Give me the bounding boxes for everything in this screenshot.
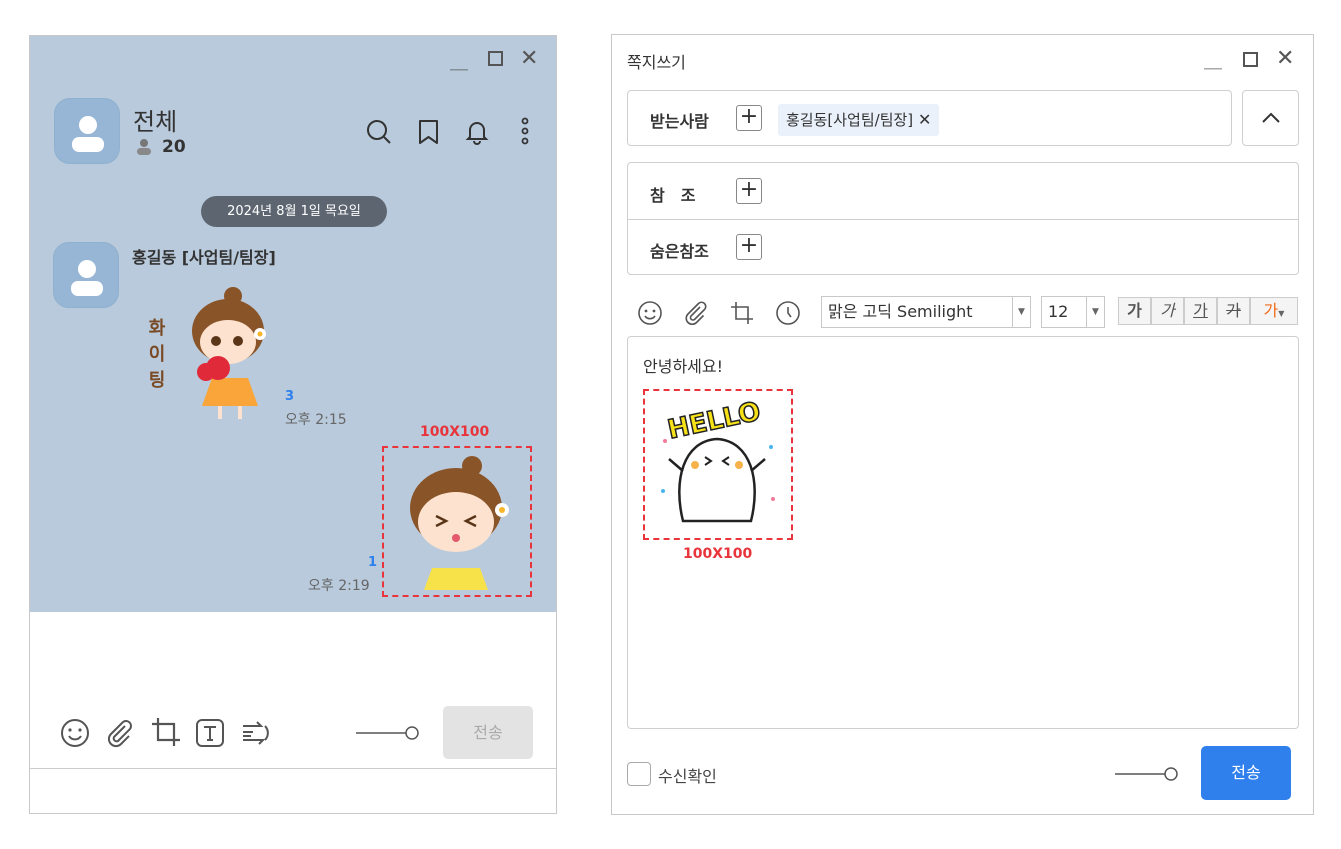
cc-bcc-group: 참 조 + 숨은참조 + [627, 162, 1299, 275]
sender-avatar[interactable] [53, 242, 119, 308]
size-label: 100X100 [683, 546, 753, 562]
add-bcc-button[interactable]: + [736, 234, 762, 260]
font-color-label: 가 [1263, 301, 1279, 320]
person-icon [72, 116, 104, 152]
attach-icon[interactable] [105, 718, 135, 748]
bcc-label: 숨은참조 [650, 242, 709, 261]
recipient-chip: 홍길동[사업팀/팀장] ✕ [778, 104, 940, 136]
italic-button[interactable]: 가 [1151, 297, 1184, 325]
person-icon [71, 260, 103, 296]
emoji-icon[interactable] [637, 300, 663, 326]
hello-sticker: HELLO [661, 396, 775, 523]
text-icon[interactable] [195, 718, 225, 748]
sticker-frame[interactable] [382, 446, 532, 597]
body-text: 안녕하세요! [643, 357, 724, 376]
bookmark-icon[interactable] [416, 118, 442, 146]
maximize-icon[interactable] [488, 51, 503, 66]
add-cc-button[interactable]: + [736, 178, 762, 204]
sender-name: 홍길동 [사업팀/팀장] [132, 248, 276, 267]
member-count: 20 [162, 137, 186, 157]
font-color-button[interactable]: 가▼ [1250, 297, 1298, 325]
close-icon[interactable]: ✕ [1276, 46, 1294, 71]
font-family-select[interactable]: 맑은 고딕 Semilight ▼ [821, 296, 1031, 328]
send-button[interactable]: 전송 [1201, 746, 1291, 800]
crop-icon[interactable] [729, 300, 755, 326]
bold-button[interactable]: 가 [1118, 297, 1151, 325]
divider [628, 219, 1298, 220]
font-size-value: 12 [1048, 302, 1069, 321]
group-avatar[interactable] [54, 98, 120, 164]
recipient-label: 받는사람 [650, 112, 709, 131]
dropdown-arrow-icon: ▼ [1278, 309, 1285, 318]
strikethrough-button[interactable]: 가 [1217, 297, 1250, 325]
unread-count: 3 [285, 389, 295, 404]
size-label: 100X100 [420, 424, 490, 440]
attach-icon[interactable] [683, 300, 709, 326]
read-receipt-label: 수신확인 [658, 767, 717, 786]
crop-icon[interactable] [150, 716, 182, 748]
divider [30, 768, 556, 769]
recipient-field[interactable]: 받는사람 + 홍길동[사업팀/팀장] ✕ [627, 90, 1232, 146]
font-size-select[interactable]: 12 ▼ [1041, 296, 1105, 328]
bell-icon[interactable] [464, 118, 490, 146]
message-time: 오후 2:15 [285, 412, 347, 428]
search-icon[interactable] [365, 118, 393, 146]
font-family-value: 맑은 고딕 Semilight [828, 302, 973, 321]
chat-window: ＿ ✕ 전체 20 2024년 8월 1일 목요일 홍길동 [사업팀/팀장] 화… [29, 35, 557, 814]
chat-area: ＿ ✕ 전체 20 2024년 8월 1일 목요일 홍길동 [사업팀/팀장] 화… [30, 36, 556, 612]
more-icon[interactable] [520, 116, 530, 148]
collapse-button[interactable] [1242, 90, 1299, 146]
maximize-icon[interactable] [1243, 52, 1258, 67]
kiss-sticker [410, 456, 509, 590]
add-recipient-button[interactable]: + [736, 105, 762, 131]
underline-button[interactable]: 가 [1184, 297, 1217, 325]
remove-chip-icon[interactable]: ✕ [918, 110, 931, 129]
minimize-icon[interactable]: ＿ [1204, 47, 1222, 73]
window-title: 쪽지쓰기 [627, 53, 686, 72]
chat-title: 전체 [133, 108, 178, 136]
dropdown-arrow-icon: ▼ [1086, 297, 1104, 327]
member-icon [137, 139, 151, 155]
opacity-slider[interactable] [1115, 765, 1181, 783]
read-receipt-checkbox[interactable] [627, 762, 651, 786]
message-time: 오후 2:19 [308, 578, 370, 594]
schedule-icon[interactable] [775, 300, 801, 326]
date-divider: 2024년 8월 1일 목요일 [201, 196, 387, 227]
message-input[interactable] [30, 613, 556, 703]
minimize-icon[interactable]: ＿ [450, 48, 468, 74]
cc-label: 참 조 [650, 186, 696, 205]
sticker-text: 화이팅 [148, 318, 166, 391]
compose-window: 쪽지쓰기 ＿ ✕ 받는사람 + 홍길동[사업팀/팀장] ✕ 참 조 + 숨은참조… [611, 34, 1314, 815]
unread-count: 1 [368, 555, 378, 570]
emoji-icon[interactable] [60, 718, 90, 748]
message-editor[interactable]: 안녕하세요! HELLO 100X100 [627, 336, 1299, 729]
opacity-slider[interactable] [356, 724, 422, 742]
send-button[interactable]: 전송 [443, 706, 533, 759]
convert-icon[interactable] [239, 718, 271, 748]
recipient-chip-label: 홍길동[사업팀/팀장] [786, 111, 914, 129]
chevron-up-icon [1262, 112, 1280, 123]
sticker-frame[interactable]: HELLO [643, 389, 793, 540]
dropdown-arrow-icon: ▼ [1012, 297, 1030, 327]
close-icon[interactable]: ✕ [520, 46, 538, 71]
